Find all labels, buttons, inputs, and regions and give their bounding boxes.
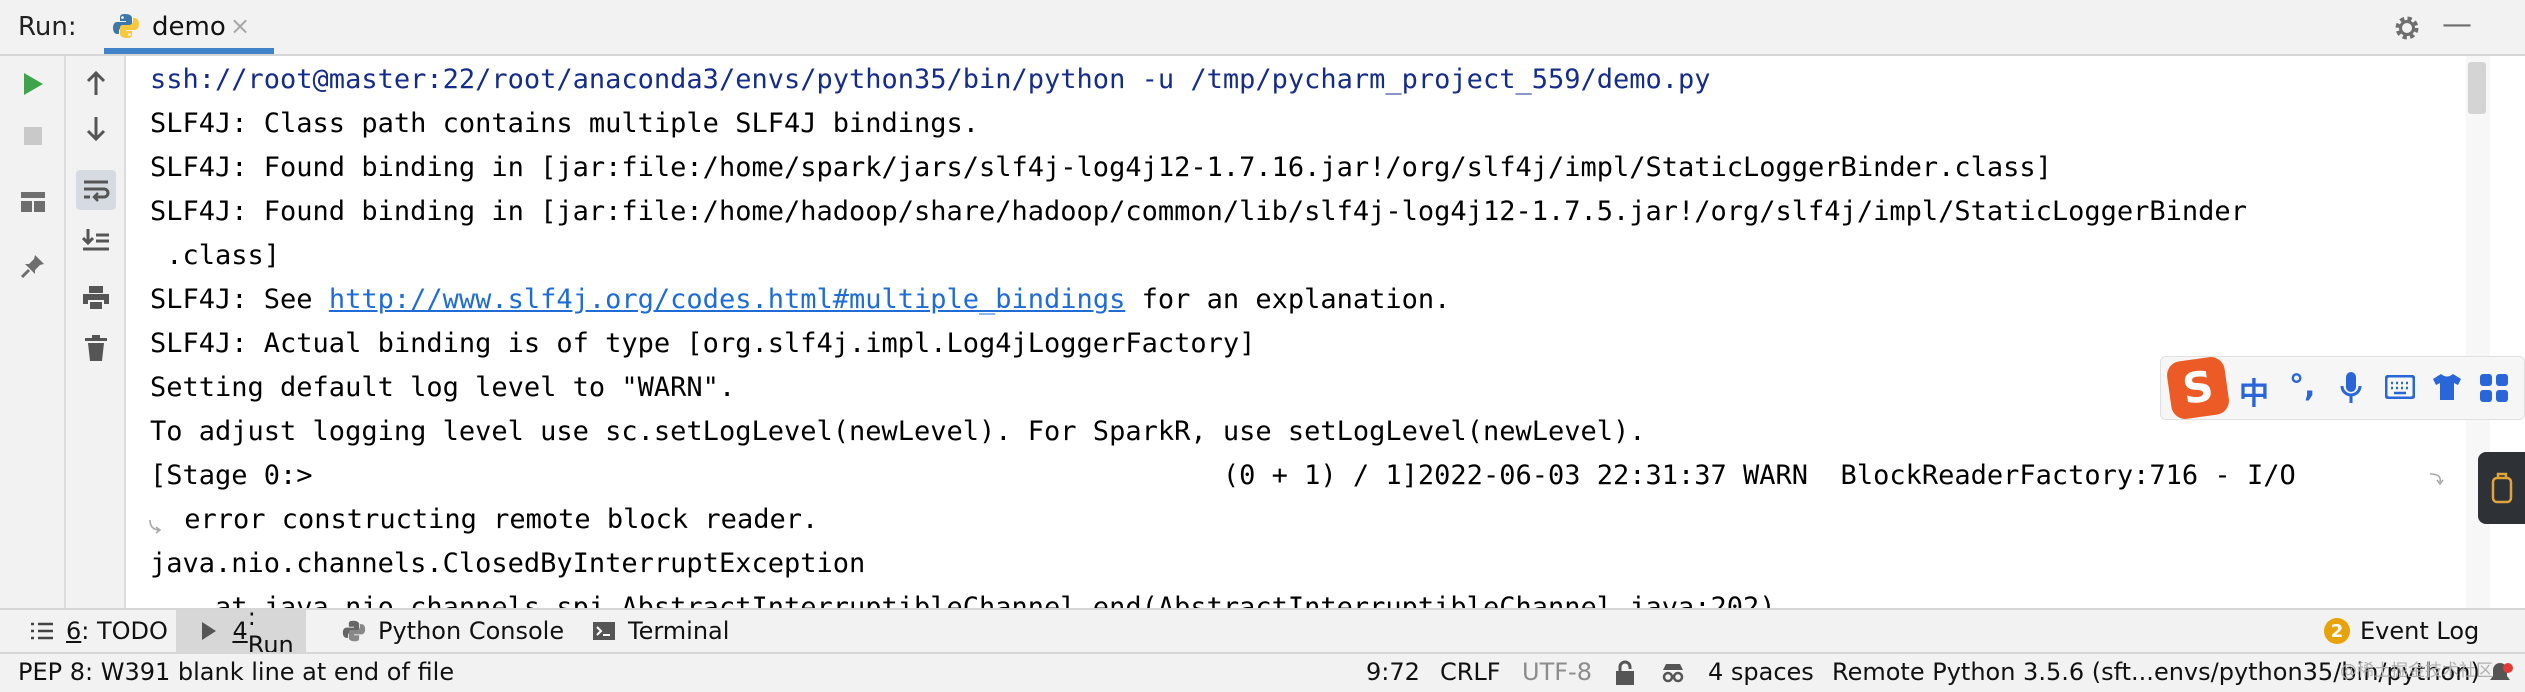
arrow-down-icon[interactable] xyxy=(76,108,116,148)
run-tab-icon xyxy=(196,617,222,645)
microphone-icon[interactable] xyxy=(2339,371,2363,405)
watermark: @稀土掘金技术社区 xyxy=(2340,661,2493,681)
tab-event-log[interactable]: 2 Event Log xyxy=(2324,610,2479,652)
run-actions-strip xyxy=(0,56,66,608)
scroll-end-icon xyxy=(82,229,109,251)
gear-icon[interactable] xyxy=(2392,13,2422,43)
indent-setting[interactable]: 4 spaces xyxy=(1708,658,1814,686)
ime-punctuation-mode[interactable]: °, xyxy=(2289,369,2315,404)
console-line: SLF4J: See http://www.slf4j.org/codes.ht… xyxy=(150,278,1450,322)
tab-run-label: : Run xyxy=(247,603,294,659)
tab-todo-label: : TODO xyxy=(81,617,168,645)
ime-logo[interactable]: S xyxy=(2165,355,2231,421)
console-line: error constructing remote block reader. xyxy=(168,504,819,535)
ime-chinese-mode[interactable]: 中 xyxy=(2239,369,2269,413)
clear-all-icon xyxy=(85,335,107,361)
status-message[interactable]: PEP 8: W391 blank line at end of file xyxy=(18,658,454,686)
soft-wrap-marker-icon xyxy=(149,519,162,534)
tab-todo[interactable]: 6: TODO xyxy=(28,610,168,652)
toolbox-grid-icon[interactable] xyxy=(2479,373,2509,403)
assistant-icon xyxy=(2491,472,2513,504)
console-line: java.nio.channels.ClosedByInterruptExcep… xyxy=(150,548,866,579)
status-bar: PEP 8: W391 blank line at end of file 9:… xyxy=(0,652,2525,692)
tab-close-icon[interactable]: × xyxy=(230,12,250,40)
down-arrow-icon xyxy=(86,117,106,141)
console-text: for an explanation. xyxy=(1125,284,1451,315)
tab-run-mnemonic: 4 xyxy=(232,617,248,645)
lock-icon[interactable] xyxy=(1614,660,1636,686)
file-encoding[interactable]: UTF-8 xyxy=(1522,658,1592,686)
wrap-lines-icon xyxy=(84,180,110,202)
trash-icon[interactable] xyxy=(76,328,116,368)
printer-icon xyxy=(83,286,109,311)
minimize-icon[interactable]: — xyxy=(2442,10,2472,40)
tab-event-log-label: Event Log xyxy=(2360,617,2480,645)
side-assistant-tab[interactable] xyxy=(2478,452,2525,524)
ime-toolbar: S 中 °, xyxy=(2160,355,2525,421)
caret-position[interactable]: 9:72 xyxy=(1366,658,1420,686)
tab-todo-mnemonic: 6 xyxy=(66,617,82,645)
console-line: To adjust logging level use sc.setLogLev… xyxy=(150,416,1646,447)
line-separator[interactable]: CRLF xyxy=(1440,658,1501,686)
terminal-icon xyxy=(590,617,618,645)
tab-title: demo xyxy=(152,12,226,42)
print-icon[interactable] xyxy=(76,278,116,318)
pin-icon[interactable] xyxy=(13,246,53,286)
console-text: SLF4J: See xyxy=(150,284,329,315)
pin-tab-icon xyxy=(20,255,44,279)
stop-icon[interactable] xyxy=(13,116,53,156)
console-line: at java.nio.channels.spi.AbstractInterru… xyxy=(150,592,1776,608)
run-label: Run: xyxy=(18,12,77,42)
tab-terminal-label: Terminal xyxy=(628,617,730,645)
stop-square-icon xyxy=(24,127,42,145)
restore-layout-icon xyxy=(21,192,45,212)
tab-demo[interactable]: demo × xyxy=(104,0,274,54)
vertical-scrollbar[interactable] xyxy=(2466,56,2490,608)
soft-wrap-marker-icon xyxy=(2429,473,2444,486)
list-icon xyxy=(28,617,56,645)
soft-wrap-icon[interactable] xyxy=(76,170,116,210)
keyboard-icon[interactable] xyxy=(2385,375,2415,399)
inspector-icon[interactable] xyxy=(1660,660,1686,686)
run-icon[interactable] xyxy=(13,64,53,104)
console-output[interactable]: ssh://root@master:22/root/anaconda3/envs… xyxy=(126,56,2466,608)
tab-terminal[interactable]: Terminal xyxy=(590,610,729,652)
arrow-up-icon[interactable] xyxy=(76,64,116,104)
tool-window-bar: 6: TODO 4: Run Python Console Terminal 2… xyxy=(0,603,2525,659)
console-line: SLF4J: Found binding in [jar:file:/home/… xyxy=(150,196,2247,227)
slf4j-docs-link[interactable]: http://www.slf4j.org/codes.html#multiple… xyxy=(329,284,1126,315)
skin-shirt-icon[interactable] xyxy=(2431,373,2463,401)
tab-python-console-label: Python Console xyxy=(378,617,565,645)
console-actions-strip xyxy=(66,56,126,608)
python-icon xyxy=(113,14,139,38)
scrollbar-thumb[interactable] xyxy=(2468,62,2486,114)
layout-icon[interactable] xyxy=(13,182,53,222)
play-icon xyxy=(24,73,43,95)
event-count-badge: 2 xyxy=(2324,618,2350,644)
python-console-icon xyxy=(340,617,368,645)
console-line: Setting default log level to "WARN". xyxy=(150,372,736,403)
up-arrow-icon xyxy=(86,71,106,95)
scroll-to-end-icon[interactable] xyxy=(76,220,116,260)
tab-run[interactable]: 4: Run xyxy=(176,603,306,659)
console-line: SLF4J: Actual binding is of type [org.sl… xyxy=(150,328,1256,359)
console-line-continuation: .class] xyxy=(150,240,281,271)
console-line: SLF4J: Found binding in [jar:file:/home/… xyxy=(150,152,2052,183)
console-line: SLF4J: Class path contains multiple SLF4… xyxy=(150,108,980,139)
console-line-command: ssh://root@master:22/root/anaconda3/envs… xyxy=(150,64,1711,95)
run-tool-window-header: Run: demo × — xyxy=(0,0,2525,56)
console-line: [Stage 0:> (0 + 1) / 1]2022-06-03 22:31:… xyxy=(150,460,2296,491)
tab-python-console[interactable]: Python Console xyxy=(340,610,564,652)
